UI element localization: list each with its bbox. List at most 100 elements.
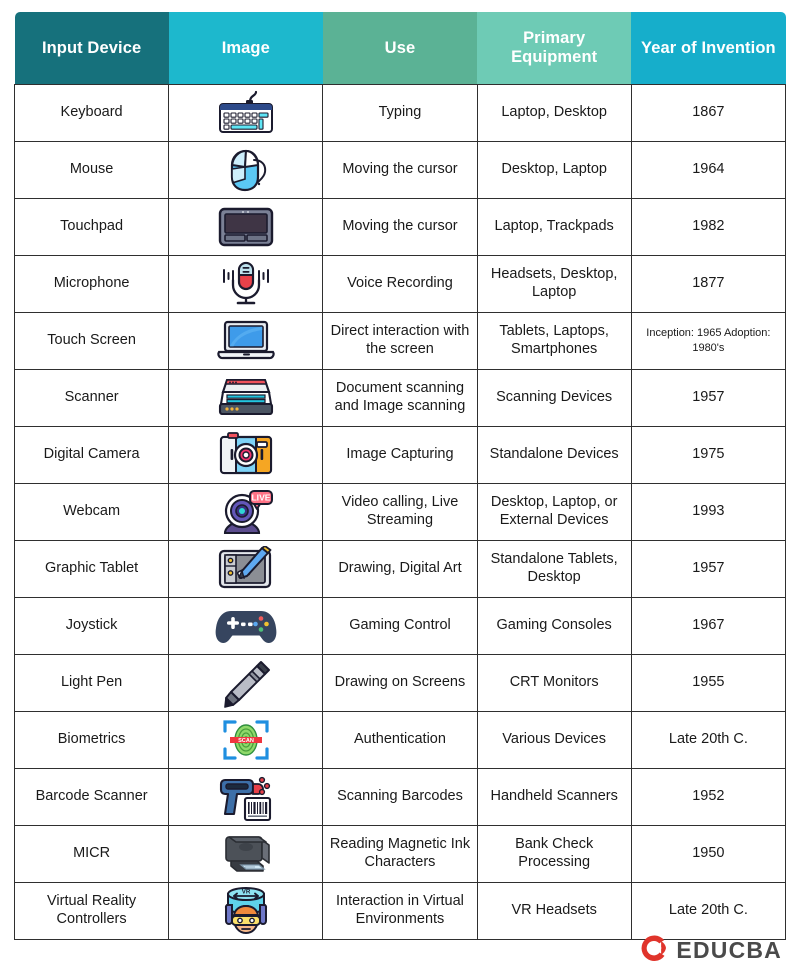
table-row: Scanner Document scanning and Image scan… (13, 368, 787, 427)
page-root: Input Device Image Use Primary Equipment… (0, 0, 800, 978)
column-header-image: Image (168, 12, 323, 84)
cell-primary-equipment: Laptop, Trackpads (476, 197, 632, 256)
column-header-use: Use (322, 12, 478, 84)
cell-input-device: Light Pen (13, 653, 170, 712)
cell-year-of-invention: 1955 (630, 653, 787, 712)
cell-primary-equipment: Laptop, Desktop (476, 83, 632, 142)
table-header-row: Input Device Image Use Primary Equipment… (14, 12, 786, 84)
cell-use: Voice Recording (322, 254, 478, 313)
webcam-icon: LIVE (174, 487, 317, 537)
educba-logo: EDUCBA (639, 933, 782, 968)
laptop-touchscreen-icon (174, 316, 317, 366)
educba-mark-icon (639, 933, 669, 968)
cell-image (168, 425, 324, 484)
keyboard-icon (174, 88, 317, 138)
cell-use: Moving the cursor (322, 140, 478, 199)
fingerprint-scan-icon: SCAN (174, 715, 317, 765)
cell-primary-equipment: Scanning Devices (476, 368, 632, 427)
table-row: Biometrics SCAN Authentication Various De… (13, 710, 787, 769)
cell-year-of-invention: Inception: 1965 Adoption: 1980's (630, 311, 787, 370)
cell-year-of-invention: 1967 (630, 596, 787, 655)
cell-year-of-invention: 1867 (630, 83, 787, 142)
cell-image (168, 83, 324, 142)
table-row: Mouse Moving the cursor Desktop, Laptop 19… (13, 140, 787, 199)
cell-input-device: Microphone (13, 254, 170, 313)
cell-image: LIVE (168, 482, 324, 541)
cell-input-device: Mouse (13, 140, 170, 199)
cell-primary-equipment: Desktop, Laptop (476, 140, 632, 199)
cell-image: SCAN (168, 710, 324, 769)
svg-text:VR: VR (241, 888, 250, 895)
microphone-icon (174, 259, 317, 309)
cell-input-device: Graphic Tablet (13, 539, 170, 598)
cell-use: Moving the cursor (322, 197, 478, 256)
table-row: Webcam LIVE Video calling, Live Streamin… (13, 482, 787, 541)
cell-image (168, 824, 324, 883)
cell-image (168, 254, 324, 313)
cell-use: Gaming Control (322, 596, 478, 655)
cell-image (168, 596, 324, 655)
table-header: Input Device Image Use Primary Equipment… (14, 12, 786, 84)
cell-year-of-invention: Late 20th C. (630, 710, 787, 769)
cell-primary-equipment: Gaming Consoles (476, 596, 632, 655)
table-row: Digital Camera Image Capturing Standalone… (13, 425, 787, 484)
touchpad-icon (174, 202, 317, 252)
cell-image (168, 767, 324, 826)
table-body: Keyboard Typing Laptop, Desktop 1867 Mouse … (13, 83, 787, 940)
cell-year-of-invention: 1964 (630, 140, 787, 199)
column-header-input-device: Input Device (14, 12, 169, 84)
cell-input-device: Webcam (13, 482, 170, 541)
light-pen-icon (174, 658, 317, 708)
table-row: Virtual Reality Controllers VR Interacti… (13, 881, 787, 940)
cell-input-device: Keyboard (13, 83, 170, 142)
cell-use: Interaction in Virtual Environments (322, 881, 478, 940)
table-row: Graphic Tablet Drawing, Digital Art Stand… (13, 539, 787, 598)
vr-headset-icon: VR (174, 886, 317, 936)
gamepad-icon (174, 601, 317, 651)
cell-use: Drawing on Screens (322, 653, 478, 712)
cell-input-device: Biometrics (13, 710, 170, 769)
table-row: Keyboard Typing Laptop, Desktop 1867 (13, 83, 787, 142)
cell-use: Image Capturing (322, 425, 478, 484)
cell-use: Video calling, Live Streaming (322, 482, 478, 541)
cell-year-of-invention: 1957 (630, 368, 787, 427)
cell-use: Document scanning and Image scanning (322, 368, 478, 427)
cell-image (168, 539, 324, 598)
cell-year-of-invention: 1957 (630, 539, 787, 598)
cell-primary-equipment: Standalone Tablets, Desktop (476, 539, 632, 598)
cell-year-of-invention: 1952 (630, 767, 787, 826)
cell-primary-equipment: VR Headsets (476, 881, 632, 940)
educba-wordmark: EDUCBA (676, 937, 782, 963)
cell-input-device: Joystick (13, 596, 170, 655)
column-header-primary-equipment: Primary Equipment (477, 12, 632, 84)
cell-year-of-invention: 1975 (630, 425, 787, 484)
table-row: Touch Screen Direct interaction with the… (13, 311, 787, 370)
cell-primary-equipment: Handheld Scanners (476, 767, 632, 826)
cell-use: Authentication (322, 710, 478, 769)
barcode-scanner-icon (174, 772, 317, 822)
table-row: Touchpad Moving the cursor Laptop, Trackp… (13, 197, 787, 256)
table-row: Barcode Scanner Scanning Barcodes Handhel… (13, 767, 787, 826)
graphic-tablet-icon (174, 544, 317, 594)
cell-use: Drawing, Digital Art (322, 539, 478, 598)
table-row: Light Pen Drawing on Screens CRT Monitors… (13, 653, 787, 712)
cell-input-device: Touchpad (13, 197, 170, 256)
cell-primary-equipment: Bank Check Processing (476, 824, 632, 883)
column-header-year-of-invention: Year of Invention (631, 12, 786, 84)
cell-image (168, 140, 324, 199)
camera-icon (174, 430, 317, 480)
cell-year-of-invention: Late 20th C. (630, 881, 787, 940)
table-row: Microphone Voice Recording Headsets, Desk… (13, 254, 787, 313)
cell-primary-equipment: Desktop, Laptop, or External Devices (476, 482, 632, 541)
cell-year-of-invention: 1993 (630, 482, 787, 541)
cell-primary-equipment: Tablets, Laptops, Smartphones (476, 311, 632, 370)
cell-primary-equipment: Various Devices (476, 710, 632, 769)
cell-primary-equipment: CRT Monitors (476, 653, 632, 712)
mouse-icon (174, 145, 317, 195)
cell-primary-equipment: Standalone Devices (476, 425, 632, 484)
cell-input-device: Barcode Scanner (13, 767, 170, 826)
cell-year-of-invention: 1877 (630, 254, 787, 313)
cell-image (168, 197, 324, 256)
table-row: Joystick Gaming Control Gaming Consoles 19… (13, 596, 787, 655)
scanner-icon (174, 373, 317, 423)
